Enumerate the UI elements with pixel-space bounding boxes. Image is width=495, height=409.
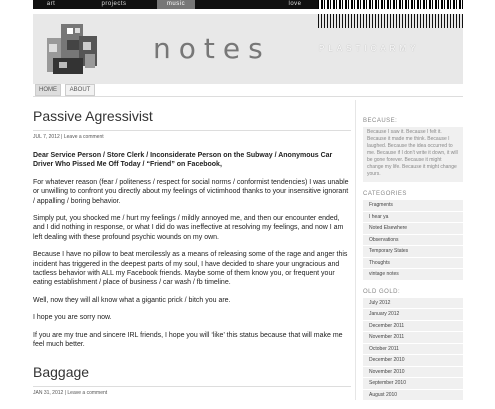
archive-item[interactable]: December 2010 bbox=[363, 355, 463, 367]
site-header: notes PLASTICARMY bbox=[33, 14, 463, 84]
post-date: JAN 31, 2012 bbox=[33, 390, 64, 396]
sidebar: BECAUSE: Because I saw it. Because I fel… bbox=[363, 118, 463, 409]
archive-item[interactable]: August 2010 bbox=[363, 390, 463, 401]
tab-music[interactable]: music bbox=[157, 0, 195, 9]
post-paragraph: If you are my true and sincere IRL frien… bbox=[33, 331, 343, 349]
category-item[interactable]: Noted Elsewhere bbox=[363, 223, 463, 235]
categories-heading: CATEGORIES bbox=[363, 191, 407, 197]
header-barcode bbox=[318, 14, 463, 28]
meta-separator: | bbox=[64, 390, 67, 396]
post: Passive Agressivist JUL 7, 2012 | Leave … bbox=[33, 108, 351, 358]
tab-projects[interactable]: projects bbox=[95, 0, 133, 9]
post-date: JUL 7, 2012 bbox=[33, 134, 60, 140]
cube-logo-icon[interactable] bbox=[41, 18, 107, 80]
page-nav: HOME ABOUT bbox=[33, 84, 463, 97]
because-heading: BECAUSE: bbox=[363, 118, 398, 124]
post-paragraph: Well, now they will all know what a giga… bbox=[33, 296, 231, 304]
category-item[interactable]: I hear ya bbox=[363, 212, 463, 223]
leave-comment-link[interactable]: Leave a comment bbox=[67, 390, 107, 396]
leave-comment-link[interactable]: Leave a comment bbox=[64, 134, 104, 140]
post-paragraph: Simply put, you shocked me / hurt my fee… bbox=[33, 215, 344, 241]
archive-list: July 2012 January 2012 December 2011 Nov… bbox=[363, 297, 463, 401]
category-item[interactable]: Temporary States bbox=[363, 246, 463, 258]
post-paragraph: For whatever reason (fear / politeness /… bbox=[33, 178, 349, 205]
categories-list: Fragments I hear ya Noted Elsewhere Obse… bbox=[363, 200, 463, 281]
post-paragraph: Because I have no pillow to beat mercile… bbox=[33, 251, 348, 287]
archive-item[interactable]: December 2011 bbox=[363, 321, 463, 332]
archive-item[interactable]: July 2012 bbox=[363, 298, 463, 309]
category-item[interactable]: Fragments bbox=[363, 200, 463, 212]
column-divider bbox=[355, 100, 356, 400]
post-meta: JUL 7, 2012 | Leave a comment bbox=[33, 130, 351, 140]
tab-love[interactable]: love bbox=[280, 0, 310, 9]
meta-separator: | bbox=[61, 134, 63, 140]
site-title[interactable]: notes bbox=[153, 32, 271, 65]
archive-item[interactable]: November 2010 bbox=[363, 367, 463, 378]
nav-home[interactable]: HOME bbox=[35, 84, 61, 96]
barcode-stripe bbox=[318, 0, 463, 9]
post: Baggage JAN 31, 2012 | Leave a comment bbox=[33, 364, 351, 396]
because-text: Because I saw it. Because I felt it. Bec… bbox=[363, 127, 463, 182]
category-item[interactable]: Thoughts bbox=[363, 258, 463, 269]
category-item[interactable]: vintage notes bbox=[363, 269, 463, 281]
nav-about[interactable]: ABOUT bbox=[65, 84, 95, 96]
tab-art[interactable]: art bbox=[36, 0, 66, 9]
category-item[interactable]: Observations bbox=[363, 235, 463, 246]
archive-heading: OLD GOLD: bbox=[363, 288, 401, 295]
archive-item[interactable]: October 2011 bbox=[363, 344, 463, 355]
site-tagline: PLASTICARMY bbox=[319, 44, 420, 53]
archive-item[interactable]: January 2012 bbox=[363, 309, 463, 321]
post-paragraph: I hope you are sorry now. bbox=[33, 314, 112, 322]
post-title[interactable]: Baggage bbox=[33, 364, 351, 380]
post-title[interactable]: Passive Agressivist bbox=[33, 108, 351, 124]
archive-item[interactable]: November 2011 bbox=[363, 332, 463, 344]
post-meta: JAN 31, 2012 | Leave a comment bbox=[33, 386, 351, 396]
top-nav: art projects music love bbox=[0, 0, 495, 9]
archive-item[interactable]: September 2010 bbox=[363, 378, 463, 390]
post-paragraph: Dear Service Person / Store Clerk / Inco… bbox=[33, 152, 333, 169]
